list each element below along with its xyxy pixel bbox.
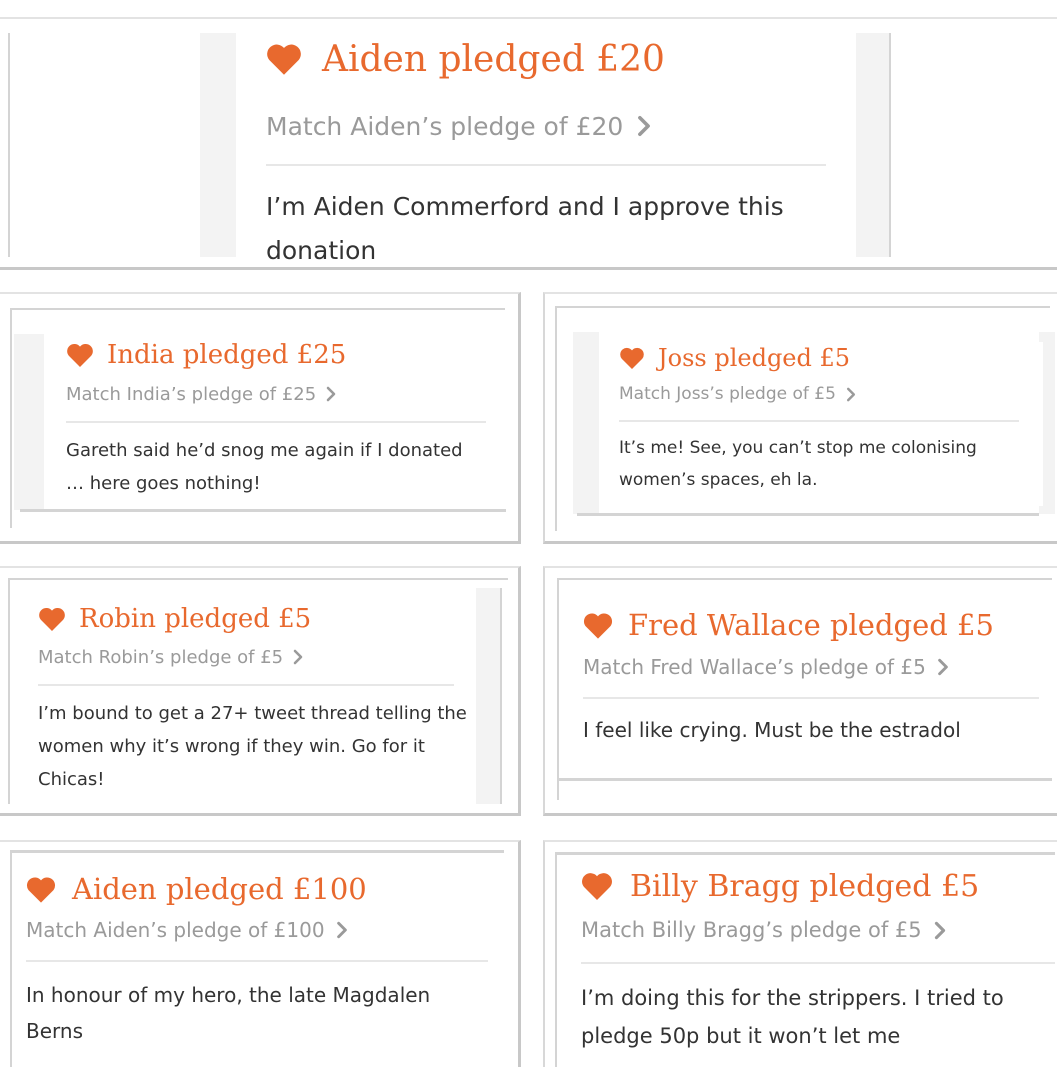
match-pledge-text: Match Joss’s pledge of £5 <box>619 384 836 404</box>
card-top-edge <box>8 578 508 580</box>
pledge-screenshot-aiden-20: Aiden pledged £20 Match Aiden’s pledge o… <box>0 17 1057 270</box>
divider <box>581 962 1055 964</box>
pledge-screenshot-joss-5: Joss pledged £5 Match Joss’s pledge of £… <box>543 292 1057 544</box>
card-bottom-edge <box>20 509 506 512</box>
pledge-title: Aiden pledged £20 <box>266 37 665 81</box>
pledge-title: India pledged £25 <box>66 338 346 372</box>
heart-icon <box>619 347 645 369</box>
pledge-card: India pledged £25 Match India’s pledge o… <box>66 338 490 506</box>
pledge-title-text: Billy Bragg pledged £5 <box>630 868 980 904</box>
pledge-card: Aiden pledged £20 Match Aiden’s pledge o… <box>266 37 828 265</box>
chevron-right-icon <box>846 387 856 402</box>
pledge-title: Billy Bragg pledged £5 <box>581 866 979 906</box>
pledge-message: In honour of my hero, the late Magdalen … <box>26 983 431 1043</box>
heart-icon <box>581 872 613 900</box>
left-card-edge <box>8 33 10 257</box>
pledge-title: Robin pledged £5 <box>38 602 311 636</box>
divider <box>266 164 826 166</box>
pledge-message: It’s me! See, you can’t stop me colonisi… <box>619 438 977 490</box>
match-pledge-link[interactable]: Match Aiden’s pledge of £100 <box>26 916 348 944</box>
match-pledge-text: Match India’s pledge of £25 <box>66 383 317 405</box>
pledge-title-text: India pledged £25 <box>107 340 347 370</box>
match-pledge-text: Match Aiden’s pledge of £100 <box>26 918 325 942</box>
pledge-title: Fred Wallace pledged £5 <box>583 606 994 644</box>
pledge-card: Joss pledged £5 Match Joss’s pledge of £… <box>619 342 1043 506</box>
match-pledge-link[interactable]: Match Robin’s pledge of £5 <box>38 644 303 670</box>
match-pledge-text: Match Robin’s pledge of £5 <box>38 646 284 668</box>
pledge-screenshot-fred-wallace-5: Fred Wallace pledged £5 Match Fred Walla… <box>543 566 1057 816</box>
card-bottom-edge <box>577 513 1039 516</box>
pledge-message: I’m bound to get a 27+ tweet thread tell… <box>38 703 467 790</box>
match-pledge-text: Match Aiden’s pledge of £20 <box>266 111 624 141</box>
card-shadow <box>573 332 599 514</box>
heart-icon <box>66 343 94 367</box>
chevron-right-icon <box>637 115 651 137</box>
right-card-shadow <box>856 33 890 257</box>
heart-icon <box>266 43 302 75</box>
card-top-edge <box>10 850 504 853</box>
left-card-edge <box>555 852 557 1067</box>
pledge-card: Fred Wallace pledged £5 Match Fred Walla… <box>583 606 1045 756</box>
pledge-screenshot-billy-bragg-5: Billy Bragg pledged £5 Match Billy Bragg… <box>543 840 1057 1067</box>
card-top-edge <box>555 306 1050 308</box>
divider <box>26 960 488 962</box>
pledge-card: Robin pledged £5 Match Robin’s pledge of… <box>38 602 468 798</box>
pledge-message: Gareth said he’d snog me again if I dona… <box>66 440 463 494</box>
match-pledge-text: Match Fred Wallace’s pledge of £5 <box>583 655 926 679</box>
match-pledge-link[interactable]: Match Fred Wallace’s pledge of £5 <box>583 653 949 681</box>
heart-icon <box>38 607 66 631</box>
pledge-card: Aiden pledged £100 Match Aiden’s pledge … <box>26 870 496 1060</box>
card-top-edge <box>10 308 505 310</box>
pledge-title-text: Fred Wallace pledged £5 <box>628 608 994 642</box>
chevron-right-icon <box>326 386 336 402</box>
left-card-edge <box>557 578 559 800</box>
card-top-edge <box>555 852 1055 855</box>
chevron-right-icon <box>934 921 946 940</box>
match-pledge-link[interactable]: Match Joss’s pledge of £5 <box>619 382 856 406</box>
pledge-title-text: Joss pledged £5 <box>658 344 851 372</box>
divider <box>66 421 486 423</box>
heart-icon <box>583 612 613 639</box>
pledge-title: Aiden pledged £100 <box>26 870 367 908</box>
match-pledge-link[interactable]: Match Aiden’s pledge of £20 <box>266 109 651 143</box>
chevron-right-icon <box>336 921 348 939</box>
pledge-title: Joss pledged £5 <box>619 342 850 374</box>
pledge-message: I’m doing this for the strippers. I trie… <box>581 986 1004 1048</box>
pledge-screenshot-robin-5: Robin pledged £5 Match Robin’s pledge of… <box>0 566 521 816</box>
heart-icon <box>26 876 56 903</box>
divider <box>583 697 1039 699</box>
card-top-edge <box>557 578 1052 580</box>
pledge-screenshot-aiden-100: Aiden pledged £100 Match Aiden’s pledge … <box>0 840 521 1067</box>
left-card-edge <box>8 578 10 804</box>
chevron-right-icon <box>293 649 303 665</box>
right-card-shadow <box>476 588 500 804</box>
right-card-edge <box>889 33 891 257</box>
pledge-title-text: Aiden pledged £20 <box>322 38 665 80</box>
pledge-message: I’m Aiden Commerford and I approve this … <box>266 192 784 265</box>
left-card-edge <box>10 850 12 1067</box>
card-shadow <box>14 334 44 510</box>
divider <box>38 684 454 686</box>
match-pledge-link[interactable]: Match Billy Bragg’s pledge of £5 <box>581 915 946 945</box>
right-card-edge <box>500 588 502 804</box>
pledge-message: I feel like crying. Must be the estradol <box>583 718 961 742</box>
chevron-right-icon <box>937 658 949 676</box>
pledge-title-text: Aiden pledged £100 <box>72 872 367 906</box>
card-bottom-edge <box>557 778 1052 781</box>
left-card-edge <box>555 306 557 531</box>
divider <box>619 420 1019 422</box>
left-card-shadow <box>200 33 236 257</box>
match-pledge-text: Match Billy Bragg’s pledge of £5 <box>581 918 922 942</box>
pledge-title-text: Robin pledged £5 <box>79 604 312 634</box>
pledge-card: Billy Bragg pledged £5 Match Billy Bragg… <box>581 866 1055 1062</box>
left-card-edge <box>10 308 12 528</box>
match-pledge-link[interactable]: Match India’s pledge of £25 <box>66 381 336 407</box>
pledge-screenshot-india-25: India pledged £25 Match India’s pledge o… <box>0 292 521 544</box>
